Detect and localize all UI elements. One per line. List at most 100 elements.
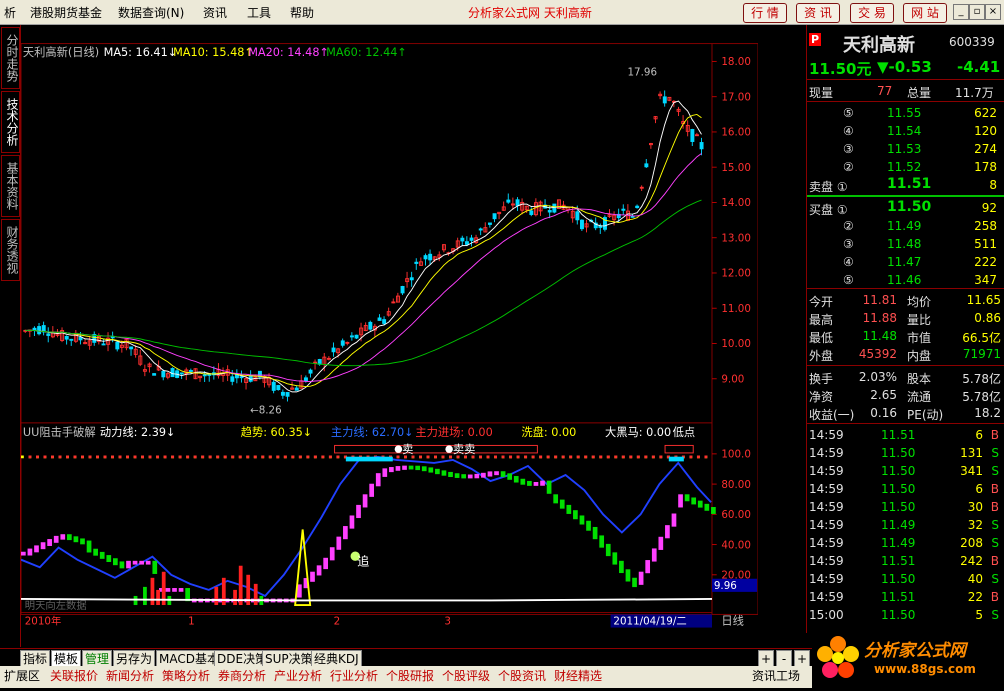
- ind-tick-label: 60.00: [721, 509, 751, 521]
- dong-step: [132, 560, 138, 565]
- stat-value: 11.81: [862, 293, 897, 307]
- buy-price: 11.48: [887, 237, 922, 251]
- tab-extension[interactable]: 扩展区: [4, 668, 40, 685]
- tab-technical[interactable]: 技术分析: [1, 91, 20, 153]
- period-label: 日线: [721, 614, 744, 628]
- website-button[interactable]: 网 站: [903, 3, 947, 23]
- sell-price: 11.51: [887, 176, 932, 192]
- tab-broker-analysis[interactable]: 券商分析: [218, 668, 266, 685]
- buy-row: ③ 11.48 511: [807, 235, 1004, 253]
- candle-body: [152, 373, 157, 376]
- dong-step: [93, 548, 98, 556]
- dong-step: [605, 543, 611, 557]
- tab-stock-news[interactable]: 个股资讯: [498, 668, 546, 685]
- tab-info-workshop[interactable]: 资讯工场: [752, 668, 800, 685]
- chart-area[interactable]: 天利高新(日线) MA5: 16.41↓ MA10: 15.48↑ MA20: …: [21, 25, 758, 633]
- tab-fundamentals[interactable]: 基本资料: [1, 155, 20, 217]
- tab-news-analysis[interactable]: 新闻分析: [106, 668, 154, 685]
- candle-body: [635, 205, 640, 209]
- buy-level: ④: [843, 255, 854, 269]
- candle-body: [478, 228, 483, 231]
- tab-strategy-analysis[interactable]: 策略分析: [162, 668, 210, 685]
- dong-step: [632, 577, 637, 588]
- tick-side: S: [991, 536, 999, 550]
- tick-volume: 22: [967, 590, 983, 604]
- sell-level: 卖盘 ①: [809, 180, 848, 194]
- sell-volume: 622: [974, 106, 997, 120]
- candle-body: [662, 96, 667, 104]
- candle-body: [349, 335, 354, 338]
- dong-step: [106, 555, 112, 563]
- tick-row: 14:59 11.49 32 S: [807, 516, 1004, 534]
- tick-price: 11.50: [881, 608, 916, 622]
- buy-level: ③: [843, 237, 854, 251]
- tick-side: B: [990, 482, 999, 496]
- candle-body: [239, 376, 244, 379]
- dong-step: [178, 588, 184, 592]
- indicator-name: UU阻击手破解: [23, 425, 96, 439]
- candle-body: [529, 210, 534, 215]
- candle-body: [170, 368, 175, 378]
- dong-step: [586, 520, 591, 531]
- restore-icon[interactable]: ▫: [969, 4, 985, 20]
- xianliang-value: 77: [877, 84, 893, 98]
- sell-level: ④: [843, 124, 854, 138]
- stat-label: PE(动): [907, 408, 944, 422]
- dong-step: [47, 539, 52, 546]
- news-button[interactable]: 资 讯: [796, 3, 840, 23]
- price-change: ▼-0.53: [877, 58, 932, 76]
- candle-body: [110, 336, 115, 339]
- dong-step: [356, 504, 361, 519]
- time-month-3: 3: [444, 616, 451, 628]
- dong-step: [461, 474, 467, 479]
- tick-time: 14:59: [809, 464, 844, 478]
- tab-stock-reports[interactable]: 个股研报: [386, 668, 434, 685]
- minimize-icon[interactable]: _: [953, 4, 969, 20]
- dong-step: [599, 535, 605, 548]
- tick-time: 14:59: [809, 572, 844, 586]
- quote-button[interactable]: 行 情: [743, 3, 787, 23]
- menu-headline: 分析家公式网 天利高新: [468, 6, 592, 20]
- menu-item-news[interactable]: 资讯: [203, 4, 227, 21]
- menu-item-data-query[interactable]: 数据查询(N): [118, 4, 184, 21]
- dong-step: [697, 500, 703, 508]
- menu-item-tools[interactable]: 工具: [247, 4, 271, 21]
- dong-step: [172, 588, 177, 592]
- tick-volume: 242: [960, 554, 983, 568]
- dong-step: [349, 515, 355, 529]
- menu-item-hk-futures[interactable]: 港股期货基金: [30, 4, 102, 21]
- price-tick-label: 9.00: [721, 374, 744, 386]
- sell-price: 11.52: [887, 160, 922, 174]
- menu-item-analysis[interactable]: 析: [4, 4, 16, 21]
- tick-row: 14:59 11.49 208 S: [807, 534, 1004, 552]
- tab-stock-rating[interactable]: 个股评级: [442, 668, 490, 685]
- dong-step: [316, 565, 322, 576]
- watermark-text: 明天向左数据: [25, 599, 87, 612]
- stat-value: 0.86: [974, 311, 1001, 325]
- menu-item-help[interactable]: 帮助: [290, 4, 314, 21]
- tab-intraday[interactable]: 分时走势: [1, 27, 20, 89]
- dong-step: [533, 481, 539, 486]
- buy-level: ②: [843, 219, 854, 233]
- candle-body: [69, 338, 74, 341]
- dong-step: [474, 473, 480, 479]
- price-tick-label: 10.00: [721, 338, 751, 350]
- tab-financials[interactable]: 财务透视: [1, 219, 20, 281]
- tab-finance-picks[interactable]: 财经精选: [554, 668, 602, 685]
- dong-step: [711, 507, 716, 514]
- tab-industry-chain[interactable]: 产业分析: [274, 668, 322, 685]
- marker-dot: [394, 445, 403, 453]
- stat-label: 外盘: [809, 349, 834, 363]
- candle-body: [428, 253, 433, 261]
- stat-value: 0.16: [870, 406, 897, 420]
- tab-sector-analysis[interactable]: 行业分析: [330, 668, 378, 685]
- price-tick-label: 18.00: [721, 56, 751, 68]
- tick-row: 14:59 11.50 6 B: [807, 480, 1004, 498]
- tab-related-quotes[interactable]: 关联报价: [50, 668, 98, 685]
- dong-step: [34, 545, 39, 553]
- indicator-xipan: 洗盘: 0.00: [521, 425, 576, 439]
- candle-body: [639, 186, 644, 189]
- close-icon[interactable]: ×: [985, 4, 1001, 20]
- marker-dot: [445, 445, 453, 453]
- trade-button[interactable]: 交 易: [850, 3, 894, 23]
